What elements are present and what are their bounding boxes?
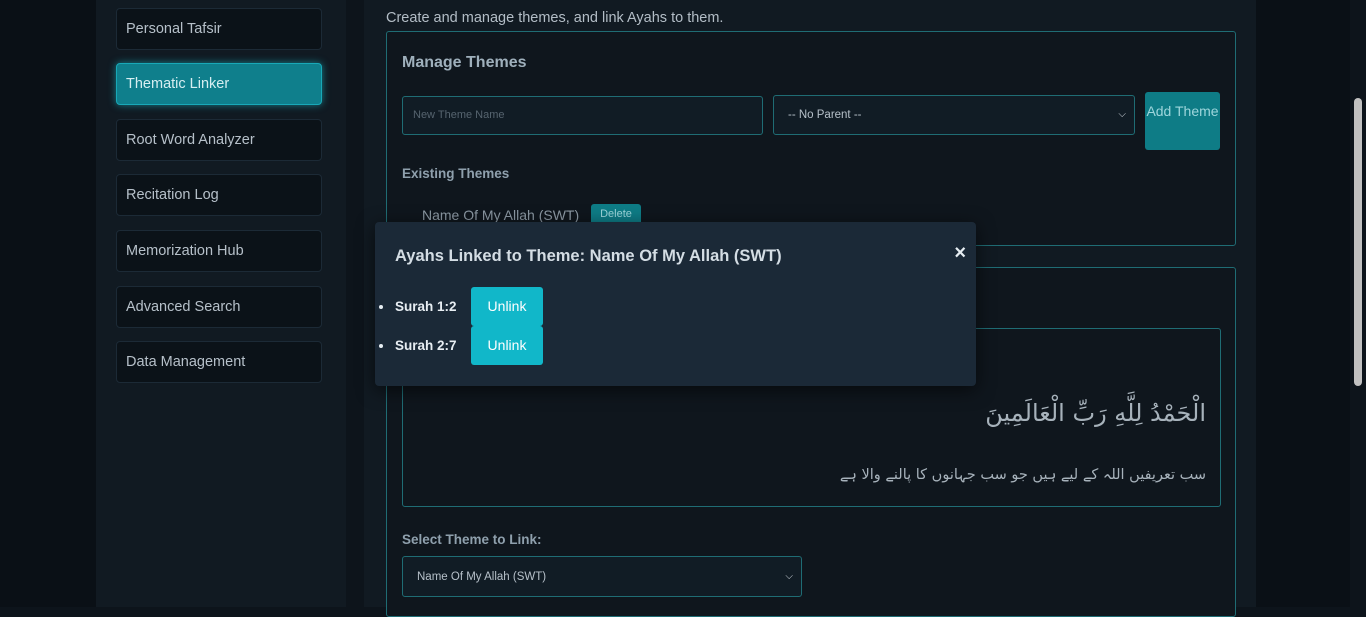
chevron-down-icon: ⌵	[1118, 109, 1126, 120]
page-intro: Create and manage themes, and link Ayahs…	[386, 10, 724, 26]
linked-ayah-ref: Surah 2:7	[395, 338, 457, 353]
linked-ayah-ref: Surah 1:2	[395, 299, 457, 314]
list-bullet	[379, 344, 383, 348]
chevron-down-icon: ⌵	[785, 571, 793, 582]
ayah-arabic-text: الْحَمْدُ لِلَّهِ رَبِّ الْعَالَمِينَ	[985, 399, 1206, 427]
select-theme-label: Select Theme to Link:	[402, 532, 542, 547]
new-theme-name-input[interactable]: New Theme Name	[402, 96, 763, 135]
parent-theme-select[interactable]: -- No Parent -- ⌵	[773, 95, 1135, 135]
sidebar-item-recitation-log[interactable]: Recitation Log	[116, 174, 322, 216]
parent-theme-select-value: -- No Parent --	[788, 109, 862, 121]
unlink-button[interactable]: Unlink	[471, 326, 543, 365]
sidebar-item-data-management[interactable]: Data Management	[116, 341, 322, 383]
close-icon[interactable]: ×	[954, 242, 966, 265]
theme-link-select-value: Name Of My Allah (SWT)	[417, 571, 547, 583]
modal-title: Ayahs Linked to Theme: Name Of My Allah …	[395, 247, 782, 265]
manage-themes-title: Manage Themes	[402, 54, 527, 71]
scrollbar[interactable]	[1350, 0, 1366, 607]
right-gutter	[1256, 0, 1350, 607]
theme-item-name: Name Of My Allah (SWT)	[422, 207, 580, 223]
ayah-translation: سب تعریفیں اللہ کے لیے ہیں جو سب جہانوں …	[839, 467, 1206, 483]
theme-link-select[interactable]: Name Of My Allah (SWT) ⌵	[402, 556, 802, 597]
sidebar-item-advanced-search[interactable]: Advanced Search	[116, 286, 322, 328]
sidebar-item-personal-tafsir[interactable]: Personal Tafsir	[116, 8, 322, 50]
scrollbar-thumb[interactable]	[1354, 98, 1362, 386]
manage-themes-card: Manage Themes New Theme Name -- No Paren…	[386, 31, 1236, 246]
unlink-button[interactable]: Unlink	[471, 287, 543, 326]
left-gutter	[0, 0, 96, 607]
linked-ayahs-modal: Ayahs Linked to Theme: Name Of My Allah …	[375, 222, 976, 386]
sidebar-item-memorization-hub[interactable]: Memorization Hub	[116, 230, 322, 272]
gap	[346, 0, 364, 607]
sidebar-item-thematic-linker[interactable]: Thematic Linker	[116, 63, 322, 105]
add-theme-button[interactable]: Add Theme	[1145, 92, 1220, 150]
list-bullet	[379, 305, 383, 309]
existing-themes-heading: Existing Themes	[402, 166, 510, 181]
sidebar: Personal Tafsir Thematic Linker Root Wor…	[96, 0, 346, 607]
sidebar-item-root-word-analyzer[interactable]: Root Word Analyzer	[116, 119, 322, 161]
